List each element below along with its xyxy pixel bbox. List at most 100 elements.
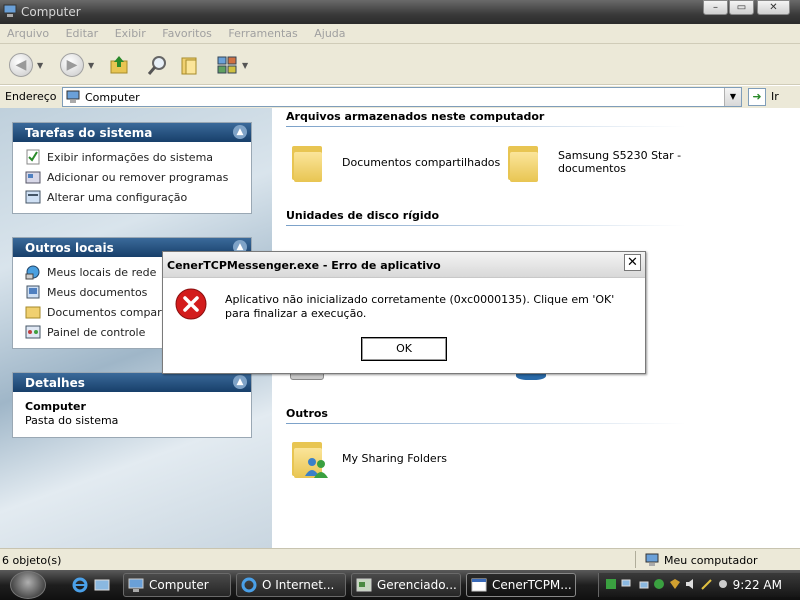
chevron-down-icon: ▼: [88, 60, 95, 70]
computer-icon: [645, 553, 659, 566]
clock[interactable]: 9:22 AM: [733, 578, 782, 592]
computer-icon: [66, 90, 80, 103]
maximize-button[interactable]: ▭: [729, 0, 754, 15]
section-hard-disks: Unidades de disco rígido: [286, 209, 440, 222]
go-arrow-icon[interactable]: ➜: [748, 88, 766, 106]
minimize-button[interactable]: –: [703, 0, 728, 15]
dialog-close-button[interactable]: ✕: [624, 254, 641, 271]
computer-icon: [128, 578, 144, 592]
forward-button[interactable]: ▶ ▼: [60, 52, 94, 78]
network-tray-icon[interactable]: [637, 578, 649, 590]
panel-title: Tarefas do sistema: [25, 126, 153, 140]
views-button[interactable]: ▼: [216, 52, 248, 78]
address-dropdown-button[interactable]: ▼: [724, 88, 741, 106]
section-divider: [286, 423, 686, 424]
users-icon: [305, 458, 328, 478]
documents-icon: [26, 285, 40, 299]
go-button[interactable]: Ir: [771, 90, 779, 103]
dialog-message: Aplicativo não inicializado corretamente…: [225, 293, 615, 320]
status-bar: 6 objeto(s) Meu computador: [0, 548, 800, 570]
folder-icon: [290, 142, 324, 182]
volume-tray-icon[interactable]: [685, 578, 697, 590]
computer-icon: [3, 4, 17, 17]
toolbar: ◀ ▼ ▶ ▼ ▼: [0, 44, 800, 85]
details-name: Computer: [25, 400, 86, 413]
section-divider: [286, 225, 686, 226]
dialog-title-bar: CenerTCPMessenger.exe - Erro de aplicati…: [163, 252, 645, 278]
menu-exibir[interactable]: Exibir: [108, 24, 152, 40]
folders-button[interactable]: [179, 52, 201, 78]
internet-explorer-icon[interactable]: [72, 577, 88, 593]
tray-app-icon[interactable]: [605, 578, 617, 590]
up-folder-button[interactable]: [108, 52, 130, 78]
folder-my-sharing-folders[interactable]: My Sharing Folders: [290, 438, 447, 478]
checklist-icon: [26, 149, 40, 165]
folder-shared-documents[interactable]: Documentos compartilhados: [290, 142, 500, 182]
up-folder-icon: [110, 56, 128, 74]
address-value: Computer: [85, 91, 140, 104]
close-button[interactable]: ✕: [757, 0, 790, 15]
panel-title: Detalhes: [25, 376, 85, 390]
chat-tray-icon[interactable]: [653, 578, 665, 590]
taskbar-cenertcp[interactable]: CenerTCPM...: [466, 573, 576, 597]
menu-ferramentas[interactable]: Ferramentas: [221, 24, 303, 40]
collapse-icon[interactable]: ▲: [233, 375, 247, 389]
folder-icon: [506, 142, 540, 182]
menu-arquivo[interactable]: Arquivo: [0, 24, 55, 40]
address-label: Endereço: [5, 90, 57, 103]
internet-explorer-icon: [241, 577, 257, 593]
panel-title: Outros locais: [25, 241, 114, 255]
network-tray-icon[interactable]: [621, 578, 633, 590]
folder-samsung-documents[interactable]: Samsung S5230 Star - documentos: [506, 142, 681, 182]
section-stored-files: Arquivos armazenados neste computador: [286, 110, 545, 123]
menu-bar: Arquivo Editar Exibir Favoritos Ferramen…: [0, 24, 800, 44]
wand-tray-icon[interactable]: [701, 578, 713, 590]
address-bar: Endereço Computer ▼ ➜ Ir: [0, 86, 800, 108]
manager-icon: [356, 578, 372, 592]
section-divider: [286, 126, 686, 127]
system-tasks-header[interactable]: Tarefas do sistema ▲: [13, 123, 251, 142]
taskbar: Computer O Internet... Gerenciado... Cen…: [0, 570, 800, 600]
start-button[interactable]: [10, 571, 46, 599]
taskbar-internet[interactable]: O Internet...: [236, 573, 346, 597]
task-view-system-info[interactable]: Exibir informações do sistema: [25, 147, 251, 167]
programs-icon: [25, 171, 41, 184]
menu-editar[interactable]: Editar: [59, 24, 105, 40]
status-location: Meu computador: [664, 553, 758, 567]
application-icon: [471, 578, 487, 592]
search-button[interactable]: [146, 52, 168, 78]
show-desktop-icon[interactable]: [94, 577, 110, 593]
back-button[interactable]: ◀ ▼: [9, 52, 43, 78]
forward-arrow-icon: ▶: [60, 53, 84, 77]
tray-icon[interactable]: [717, 578, 729, 590]
security-tray-icon[interactable]: [669, 578, 681, 590]
sharing-folder-icon: [290, 438, 328, 478]
section-others: Outros: [286, 407, 328, 420]
views-icon: [217, 56, 237, 74]
collapse-icon[interactable]: ▲: [233, 125, 247, 139]
control-panel-icon: [25, 325, 41, 339]
dialog-title: CenerTCPMessenger.exe - Erro de aplicati…: [167, 259, 441, 272]
folder-icon: [25, 306, 41, 319]
taskbar-computer[interactable]: Computer: [123, 573, 231, 597]
back-arrow-icon: ◀: [9, 53, 33, 77]
status-divider: [635, 551, 636, 568]
menu-favoritos[interactable]: Favoritos: [155, 24, 218, 40]
menu-ajuda[interactable]: Ajuda: [307, 24, 351, 40]
details-header[interactable]: Detalhes ▲: [13, 373, 251, 392]
task-add-remove-programs[interactable]: Adicionar ou remover programas: [25, 167, 251, 187]
task-change-setting[interactable]: Alterar uma configuração: [25, 187, 251, 207]
chevron-down-icon: ▼: [242, 60, 249, 70]
taskbar-manager[interactable]: Gerenciado...: [351, 573, 461, 597]
ok-button[interactable]: OK: [361, 337, 447, 361]
settings-icon: [25, 190, 41, 204]
chevron-down-icon: ▼: [37, 60, 44, 70]
error-icon: [175, 288, 207, 320]
title-bar: Computer – ▭ ✕: [0, 0, 800, 24]
address-input[interactable]: Computer ▼: [62, 87, 742, 107]
system-tray: 9:22 AM: [598, 573, 800, 597]
folders-icon: [181, 57, 197, 75]
window-title: Computer: [21, 5, 81, 19]
system-tasks-panel: Tarefas do sistema ▲ Exibir informações …: [12, 122, 252, 214]
details-panel: Detalhes ▲ Computer Pasta do sistema: [12, 372, 252, 438]
